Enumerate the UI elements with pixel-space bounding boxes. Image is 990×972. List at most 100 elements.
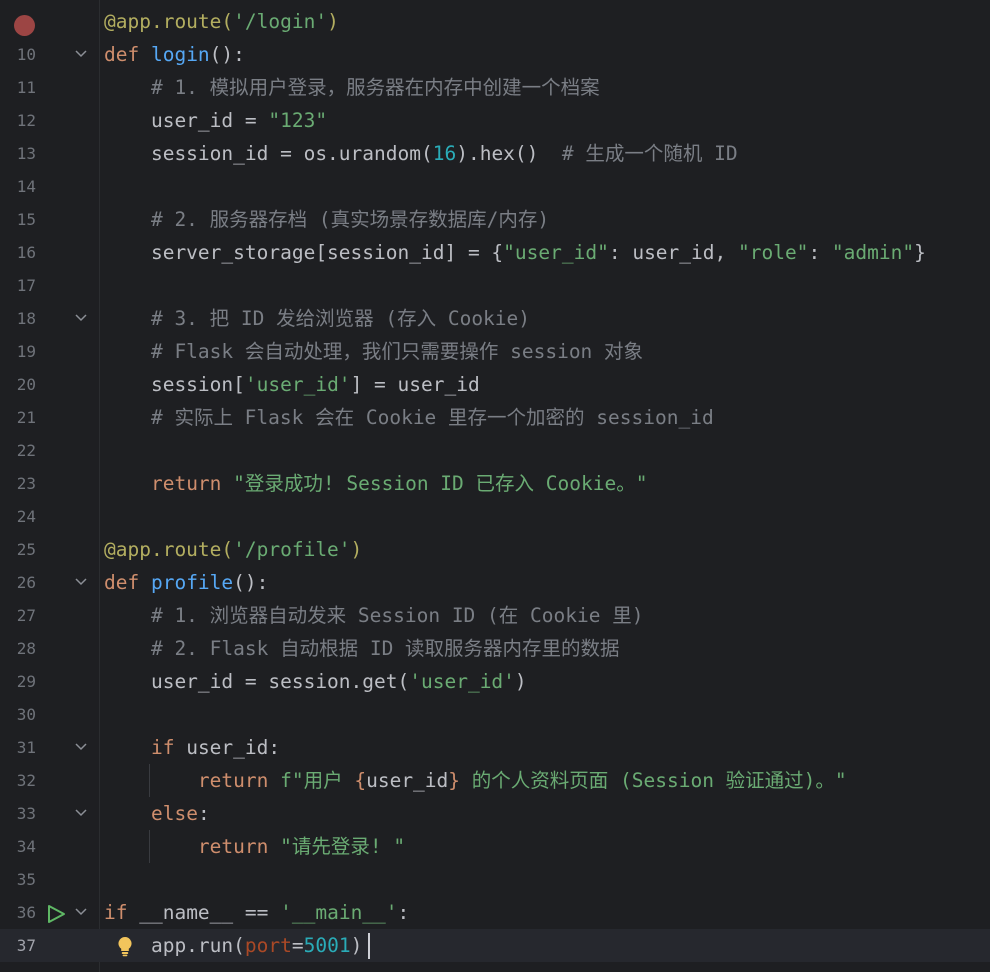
- code-token: user_id:: [186, 736, 281, 759]
- fold-chevron-icon[interactable]: [74, 48, 88, 60]
- fold-chevron-icon[interactable]: [74, 807, 88, 819]
- code-token: "role": [737, 241, 809, 264]
- code-line[interactable]: 23 return "登录成功! Session ID 已存入 Cookie。": [0, 467, 990, 500]
- code-text[interactable]: # 1. 浏览器自动发来 Session ID (在 Cookie 里): [104, 603, 644, 629]
- code-token: else: [150, 802, 198, 825]
- line-number: 33: [16, 804, 36, 823]
- code-text[interactable]: session_id = os.urandom(16).hex() # 生成一个…: [104, 141, 738, 167]
- code-token: : user_id,: [608, 241, 738, 264]
- code-line[interactable]: 29 user_id = session.get('user_id'): [0, 665, 990, 698]
- code-token: session[: [104, 373, 245, 396]
- code-line[interactable]: 33 else:: [0, 797, 990, 830]
- code-token: if: [150, 736, 187, 759]
- code-line[interactable]: 14: [0, 170, 990, 203]
- code-token: :: [808, 241, 832, 264]
- code-token: # 生成一个随机 ID: [561, 142, 738, 165]
- line-number: 12: [16, 111, 36, 130]
- code-token: # 1. 浏览器自动发来 Session ID (在 Cookie 里): [104, 604, 644, 627]
- code-line[interactable]: 16 server_storage[session_id] = {"user_i…: [0, 236, 990, 269]
- code-text[interactable]: session['user_id'] = user_id: [104, 372, 480, 398]
- code-token: user_id = session.get(: [104, 670, 410, 693]
- code-text[interactable]: server_storage[session_id] = {"user_id":…: [104, 240, 926, 266]
- code-line[interactable]: @app.route('/login'): [0, 5, 990, 38]
- code-text[interactable]: # Flask 会自动处理，我们只需要操作 session 对象: [104, 339, 643, 365]
- line-number: 15: [16, 210, 36, 229]
- code-token: 5001: [303, 934, 351, 957]
- code-text[interactable]: @app.route('/profile'): [104, 537, 362, 563]
- code-line[interactable]: 12 user_id = "123": [0, 104, 990, 137]
- code-token: '/login': [233, 10, 328, 33]
- fold-chevron-icon[interactable]: [74, 312, 88, 324]
- text-caret: [368, 933, 370, 959]
- code-editor[interactable]: @app.route('/login') 10 def login(): 11 # 1…: [0, 0, 990, 972]
- code-token: port: [244, 934, 292, 957]
- code-token: }: [448, 769, 461, 792]
- code-token: '/profile': [233, 538, 351, 561]
- code-line[interactable]: 20 session['user_id'] = user_id: [0, 368, 990, 401]
- code-text[interactable]: return "登录成功! Session ID 已存入 Cookie。": [104, 471, 647, 497]
- code-text[interactable]: app.run(port=5001): [104, 933, 362, 959]
- code-text[interactable]: def login():: [104, 42, 245, 68]
- code-text[interactable]: user_id = "123": [104, 108, 327, 134]
- code-text[interactable]: # 实际上 Flask 会在 Cookie 里存一个加密的 session_id: [104, 405, 714, 431]
- code-line[interactable]: 18 # 3. 把 ID 发给浏览器 (存入 Cookie): [0, 302, 990, 335]
- code-token: ): [350, 538, 363, 561]
- line-number: 27: [16, 606, 36, 625]
- code-text[interactable]: # 2. Flask 自动根据 ID 读取服务器内存里的数据: [104, 636, 620, 662]
- code-line[interactable]: 10 def login():: [0, 38, 990, 71]
- code-line[interactable]: 21 # 实际上 Flask 会在 Cookie 里存一个加密的 session…: [0, 401, 990, 434]
- code-line[interactable]: 22: [0, 434, 990, 467]
- code-text[interactable]: # 1. 模拟用户登录，服务器在内存中创建一个档案: [104, 75, 600, 101]
- code-token: user_id =: [104, 109, 269, 132]
- code-line[interactable]: 15 # 2. 服务器存档 (真实场景存数据库/内存): [0, 203, 990, 236]
- code-line[interactable]: 19 # Flask 会自动处理，我们只需要操作 session 对象: [0, 335, 990, 368]
- line-number: 18: [16, 309, 36, 328]
- code-token: ():: [209, 43, 245, 66]
- code-line[interactable]: 37 app.run(port=5001): [0, 929, 990, 962]
- code-line[interactable]: 34 return "请先登录! ": [0, 830, 990, 863]
- code-token: :: [397, 901, 410, 924]
- fold-chevron-icon[interactable]: [74, 576, 88, 588]
- line-number: 10: [16, 45, 36, 64]
- code-line[interactable]: 30: [0, 698, 990, 731]
- code-text[interactable]: def profile():: [104, 570, 268, 596]
- code-token: session_id = os.urandom(: [104, 142, 433, 165]
- code-line[interactable]: 26 def profile():: [0, 566, 990, 599]
- code-line[interactable]: 13 session_id = os.urandom(16).hex() # 生…: [0, 137, 990, 170]
- breakpoint-icon[interactable]: [14, 15, 35, 36]
- code-line[interactable]: 25 @app.route('/profile'): [0, 533, 990, 566]
- code-token: "请先登录! ": [280, 835, 406, 858]
- line-number: 20: [16, 375, 36, 394]
- line-number: 32: [16, 771, 36, 790]
- line-number: 26: [16, 573, 36, 592]
- code-line[interactable]: 28 # 2. Flask 自动根据 ID 读取服务器内存里的数据: [0, 632, 990, 665]
- code-text[interactable]: # 2. 服务器存档 (真实场景存数据库/内存): [104, 207, 549, 233]
- code-token: "user_id": [503, 241, 609, 264]
- code-token: app.run(: [104, 934, 245, 957]
- run-gutter-icon[interactable]: [45, 904, 67, 924]
- code-text[interactable]: return "请先登录! ": [104, 834, 405, 860]
- code-line[interactable]: 35: [0, 863, 990, 896]
- code-line[interactable]: 24: [0, 500, 990, 533]
- code-text[interactable]: @app.route('/login'): [104, 9, 339, 35]
- code-line[interactable]: 17: [0, 269, 990, 302]
- code-line[interactable]: 31 if user_id:: [0, 731, 990, 764]
- fold-chevron-icon[interactable]: [74, 906, 88, 918]
- code-text[interactable]: if __name__ == '__main__':: [104, 900, 409, 926]
- code-line[interactable]: 27 # 1. 浏览器自动发来 Session ID (在 Cookie 里): [0, 599, 990, 632]
- line-number: 29: [16, 672, 36, 691]
- code-text[interactable]: if user_id:: [104, 735, 280, 761]
- code-text[interactable]: # 3. 把 ID 发给浏览器 (存入 Cookie): [104, 306, 530, 332]
- code-token: '__main__': [280, 901, 398, 924]
- code-text[interactable]: return f"用户 {user_id} 的个人资料页面 (Session 验…: [104, 768, 847, 794]
- fold-chevron-icon[interactable]: [74, 741, 88, 753]
- code-line[interactable]: 11 # 1. 模拟用户登录，服务器在内存中创建一个档案: [0, 71, 990, 104]
- code-token: # Flask 会自动处理，我们只需要操作 session 对象: [104, 340, 644, 363]
- code-line[interactable]: 32 return f"用户 {user_id} 的个人资料页面 (Sessio…: [0, 764, 990, 797]
- code-text[interactable]: else:: [104, 801, 210, 827]
- code-line[interactable]: 36 if __name__ == '__main__':: [0, 896, 990, 929]
- code-text[interactable]: user_id = session.get('user_id'): [104, 669, 527, 695]
- code-token: @app.route(: [104, 10, 234, 33]
